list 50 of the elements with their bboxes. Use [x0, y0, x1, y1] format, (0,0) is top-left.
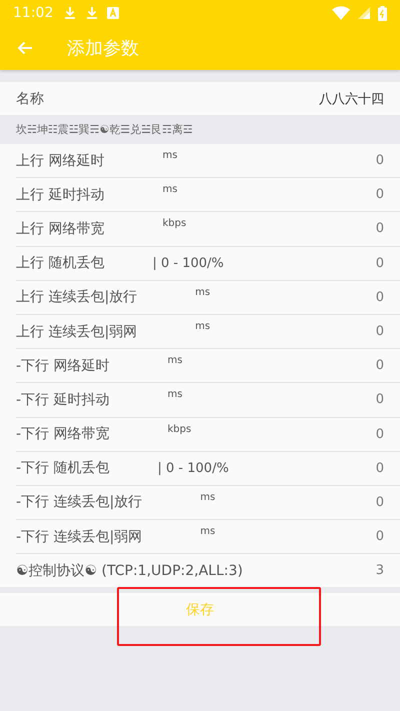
param-value[interactable]: 0: [376, 460, 384, 476]
unit-label: ms: [168, 389, 182, 400]
param-label: 上行 连续丢包|放行: [16, 288, 138, 306]
param-label: -下行 网络带宽: [16, 425, 110, 444]
unit-label: ms: [162, 150, 178, 161]
param-value[interactable]: 0: [376, 494, 384, 510]
param-value[interactable]: 0: [376, 392, 384, 408]
param-label: 上行 网络延时: [16, 152, 104, 170]
unit-label: kbps: [168, 424, 192, 434]
unit-label: ms: [195, 286, 210, 298]
param-label: -下行 延时抖动: [16, 390, 110, 409]
param-label: 上行 随机丢包: [16, 254, 104, 272]
unit-label: ms: [162, 184, 178, 196]
param-value[interactable]: 0: [376, 290, 384, 305]
param-label: -下行 连续丢包|放行: [16, 493, 142, 512]
notification-icon: [107, 7, 120, 19]
unit-label: ms: [200, 492, 216, 503]
param-label: 上行 连续丢包|弱网: [16, 322, 138, 341]
battery-icon: [378, 6, 387, 20]
unit-label: kbps: [162, 218, 186, 230]
param-value[interactable]: 0: [376, 426, 384, 442]
param-value[interactable]: 0: [376, 153, 384, 168]
param-value[interactable]: 0: [376, 221, 384, 236]
param-label: -下行 网络延时: [16, 356, 110, 375]
range-label: | 0 - 100/%: [152, 256, 224, 271]
unit-label: ms: [200, 526, 216, 538]
param-label: -下行 连续丢包|弱网: [16, 528, 142, 546]
screen-title: 添加参数: [67, 37, 139, 60]
wifi-icon: [332, 6, 350, 20]
param-value[interactable]: 0: [376, 529, 384, 544]
param-value[interactable]: 0: [376, 187, 384, 202]
back-icon[interactable]: [17, 41, 33, 55]
param-label: 上行 延时抖动: [16, 186, 104, 204]
status-time: 11:02: [13, 5, 54, 21]
range-label: | 0 - 100/%: [158, 460, 229, 476]
unit-label: ms: [195, 320, 210, 332]
param-value[interactable]: 3: [376, 563, 384, 578]
download-icon: [85, 6, 100, 20]
param-value[interactable]: 0: [376, 324, 384, 340]
unit-label: ms: [168, 355, 182, 366]
param-label: -下行 随机丢包: [16, 459, 110, 478]
param-value[interactable]: 0: [376, 358, 384, 374]
param-value[interactable]: 0: [376, 256, 384, 271]
section-header: 坎☵坤☷震☳巽☴☯乾☰兑☱艮☶离☲: [15, 122, 194, 138]
field-label: 名称: [16, 90, 44, 108]
name-value[interactable]: 八八六十四: [319, 90, 384, 108]
signal-icon: [358, 7, 370, 19]
param-label: ☯控制协议☯ (TCP:1,UDP:2,ALL:3): [16, 562, 243, 580]
param-label: 上行 网络带宽: [16, 220, 104, 238]
download-icon: [63, 6, 78, 20]
